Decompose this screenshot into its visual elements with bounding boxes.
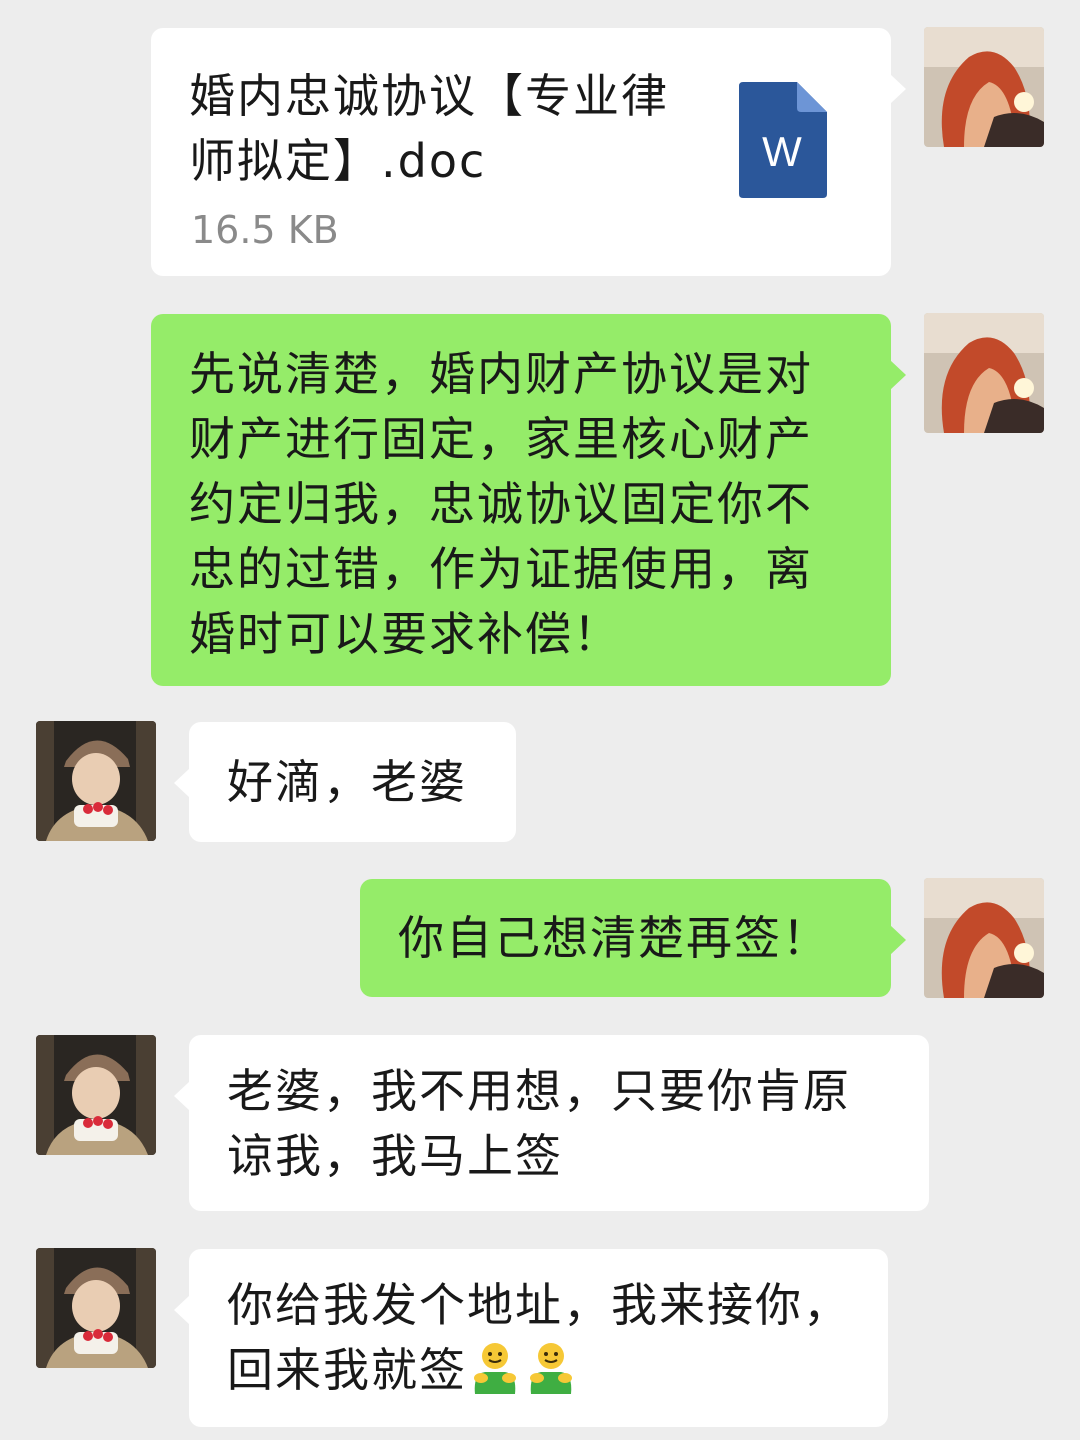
- my-avatar[interactable]: [924, 27, 1044, 147]
- message-text: 好滴，老婆: [227, 755, 467, 809]
- contact-message-bubble[interactable]: 好滴，老婆: [174, 722, 516, 842]
- file-name: 婚内忠诚协议【专业律师拟定】.doc: [189, 69, 669, 188]
- my-avatar[interactable]: [924, 878, 1044, 998]
- file-message-bubble[interactable]: 婚内忠诚协议【专业律师拟定】.doc 16.5 KB W: [151, 28, 906, 276]
- message-text: 你自己想清楚再签！: [398, 911, 830, 965]
- my-message-bubble[interactable]: 你自己想清楚再签！: [360, 879, 906, 997]
- message-text: 老婆，我不用想，只要你肯原谅我，我马上签: [227, 1064, 851, 1183]
- contact-avatar[interactable]: [36, 1248, 156, 1368]
- contact-avatar[interactable]: [36, 721, 156, 841]
- message-text: 先说清楚，婚内财产协议是对财产进行固定，家里核心财产约定归我，忠诚协议固定你不忠…: [189, 347, 813, 661]
- file-size: 16.5 KB: [191, 208, 339, 252]
- my-avatar[interactable]: [924, 313, 1044, 433]
- contact-message-bubble[interactable]: 你给我发个地址，我来接你，回来我就签: [174, 1249, 888, 1427]
- hug-emoji-icon: [467, 1340, 523, 1413]
- word-icon-letter: W: [762, 128, 804, 175]
- contact-avatar[interactable]: [36, 1035, 156, 1155]
- my-message-bubble[interactable]: 先说清楚，婚内财产协议是对财产进行固定，家里核心财产约定归我，忠诚协议固定你不忠…: [151, 314, 906, 686]
- word-doc-icon: W: [739, 82, 827, 215]
- hug-emoji-icon: [523, 1340, 579, 1413]
- contact-message-bubble[interactable]: 老婆，我不用想，只要你肯原谅我，我马上签: [174, 1035, 929, 1211]
